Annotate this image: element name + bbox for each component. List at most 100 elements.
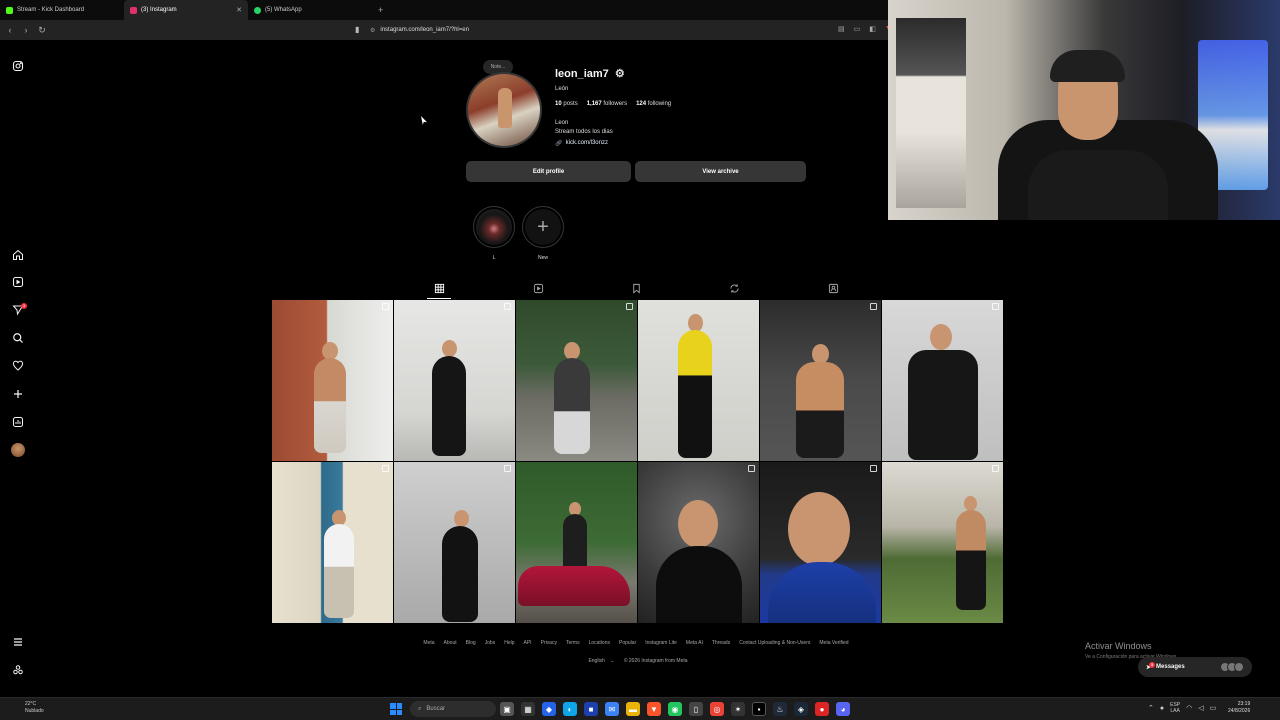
bookmark-icon[interactable]: ▮ bbox=[355, 25, 359, 34]
post-thumbnail[interactable] bbox=[516, 462, 637, 623]
view-archive-button[interactable]: View archive bbox=[635, 161, 806, 182]
language-select[interactable]: English ⌄ bbox=[584, 658, 614, 664]
app-icon[interactable]: ◆ bbox=[542, 702, 556, 716]
app-icon[interactable]: ■ bbox=[584, 702, 598, 716]
close-tab-icon[interactable]: ✕ bbox=[236, 6, 242, 14]
instagram-logo-icon[interactable] bbox=[10, 58, 26, 74]
instagram-favicon-icon bbox=[130, 6, 137, 14]
profile-avatar[interactable] bbox=[10, 442, 26, 458]
create-icon[interactable] bbox=[10, 386, 26, 402]
footer-link[interactable]: Instagram Lite bbox=[645, 640, 677, 646]
forward-icon[interactable]: › bbox=[18, 25, 34, 35]
sidebar: 3 bbox=[0, 40, 36, 696]
app-icon[interactable]: ✉ bbox=[605, 702, 619, 716]
saved-bookmark-icon[interactable] bbox=[630, 282, 642, 294]
pinned-icon bbox=[992, 303, 999, 310]
edge-icon[interactable]: ◐ bbox=[563, 702, 577, 716]
app-icon[interactable]: ▦ bbox=[521, 702, 535, 716]
chrome-icon[interactable]: ◎ bbox=[710, 702, 724, 716]
reels-icon[interactable] bbox=[10, 274, 26, 290]
clock[interactable]: 23:19 24/8/2026 bbox=[1228, 701, 1250, 715]
cast-icon[interactable]: ▭ bbox=[854, 25, 861, 33]
footer-link[interactable]: Privacy bbox=[541, 640, 557, 646]
back-icon[interactable]: ‹ bbox=[2, 25, 18, 35]
also-from-meta-icon[interactable] bbox=[10, 662, 26, 678]
site-info-icon[interactable]: ⚙ bbox=[370, 27, 375, 34]
footer-link[interactable]: Meta bbox=[423, 640, 434, 646]
footer-link[interactable]: Threads bbox=[712, 640, 730, 646]
footer-link[interactable]: About bbox=[444, 640, 457, 646]
footer-link[interactable]: Terms bbox=[566, 640, 580, 646]
menu-icon[interactable] bbox=[10, 634, 26, 650]
username: leon_iam7 bbox=[555, 67, 609, 80]
post-thumbnail[interactable] bbox=[882, 300, 1003, 461]
chevron-up-icon[interactable]: ⌃ bbox=[1148, 704, 1154, 712]
post-thumbnail[interactable] bbox=[638, 300, 759, 461]
highlight-item[interactable]: L bbox=[473, 206, 515, 261]
profile-picture[interactable] bbox=[466, 72, 542, 148]
battery-icon[interactable]: ▭ bbox=[1210, 704, 1217, 712]
settings-gear-icon[interactable]: ⚙ bbox=[615, 67, 625, 80]
app-icon[interactable]: ▪ bbox=[752, 702, 766, 716]
footer-link[interactable]: Popular bbox=[619, 640, 636, 646]
post-thumbnail[interactable] bbox=[272, 462, 393, 623]
volume-icon[interactable]: ◁ bbox=[1198, 704, 1203, 712]
footer-link[interactable]: Jobs bbox=[485, 640, 496, 646]
footer-link[interactable]: Contact Uploading & Non-Users bbox=[739, 640, 810, 646]
copyright: © 2026 Instagram from Meta bbox=[623, 658, 688, 664]
app-icon[interactable]: ✶ bbox=[731, 702, 745, 716]
messages-button[interactable]: ➤ 3 Messages bbox=[1138, 657, 1252, 677]
footer-link[interactable]: Meta AI bbox=[686, 640, 703, 646]
app-icon[interactable]: ▯ bbox=[689, 702, 703, 716]
footer-link[interactable]: Meta Verified bbox=[819, 640, 848, 646]
tab-kick[interactable]: Stream - Kick Dashboard bbox=[0, 0, 124, 20]
start-button-icon[interactable] bbox=[390, 703, 402, 715]
file-explorer-icon[interactable]: ▬ bbox=[626, 702, 640, 716]
edit-profile-button[interactable]: Edit profile bbox=[466, 161, 631, 182]
home-icon[interactable] bbox=[10, 247, 26, 263]
footer-link[interactable]: Locations bbox=[589, 640, 610, 646]
reload-icon[interactable]: ↻ bbox=[34, 25, 50, 36]
footer-link[interactable]: API bbox=[524, 640, 532, 646]
post-thumbnail[interactable] bbox=[272, 300, 393, 461]
wifi-icon[interactable]: ◠ bbox=[1186, 704, 1192, 712]
following-count[interactable]: 124 following bbox=[636, 101, 671, 107]
posts-grid-icon[interactable] bbox=[427, 282, 451, 299]
reels-tab-icon[interactable] bbox=[532, 282, 544, 294]
app-icon[interactable]: ● bbox=[815, 702, 829, 716]
steam-icon[interactable]: ♨ bbox=[773, 702, 787, 716]
post-thumbnail[interactable] bbox=[760, 300, 881, 461]
language-indicator[interactable]: ESP LAA bbox=[1170, 702, 1180, 714]
post-thumbnail[interactable] bbox=[394, 300, 515, 461]
task-view-icon[interactable]: ▣ bbox=[500, 702, 514, 716]
dashboard-icon[interactable] bbox=[10, 414, 26, 430]
post-thumbnail[interactable] bbox=[760, 462, 881, 623]
url-field[interactable]: ⚙ instagram.com/leon_iam7/?hl=en bbox=[370, 23, 890, 37]
search-icon[interactable] bbox=[10, 330, 26, 346]
tagged-icon[interactable] bbox=[827, 282, 839, 294]
bio-link[interactable]: 🔗︎ kick.com/l3onzz bbox=[555, 140, 608, 147]
new-tab-icon[interactable]: + bbox=[378, 5, 383, 15]
app-icon[interactable]: ◈ bbox=[794, 702, 808, 716]
new-highlight[interactable]: + New bbox=[522, 206, 564, 261]
mic-icon[interactable]: ● bbox=[1160, 705, 1164, 712]
followers-count[interactable]: 1,167 followers bbox=[587, 101, 627, 107]
post-thumbnail[interactable] bbox=[394, 462, 515, 623]
footer-link[interactable]: Blog bbox=[466, 640, 476, 646]
shields-icon[interactable]: ◧ bbox=[869, 25, 876, 33]
tab-instagram[interactable]: (3) Instagram ✕ bbox=[124, 0, 248, 20]
post-thumbnail[interactable] bbox=[638, 462, 759, 623]
messages-icon[interactable]: 3 bbox=[10, 302, 27, 318]
reposts-icon[interactable] bbox=[728, 282, 740, 294]
post-thumbnail[interactable] bbox=[516, 300, 637, 461]
translate-icon[interactable]: ▤ bbox=[838, 25, 845, 33]
post-thumbnail[interactable] bbox=[882, 462, 1003, 623]
brave-icon[interactable]: ▼ bbox=[647, 702, 661, 716]
tab-whatsapp[interactable]: (5) WhatsApp bbox=[248, 0, 372, 20]
weather-widget[interactable]: 22°C Nublado bbox=[25, 701, 44, 715]
heart-icon[interactable] bbox=[10, 358, 26, 374]
taskbar-search[interactable]: ⌕ Buscar bbox=[410, 701, 496, 717]
footer-link[interactable]: Help bbox=[504, 640, 514, 646]
discord-icon[interactable]: ◕ bbox=[836, 702, 850, 716]
spotify-icon[interactable]: ◉ bbox=[668, 702, 682, 716]
